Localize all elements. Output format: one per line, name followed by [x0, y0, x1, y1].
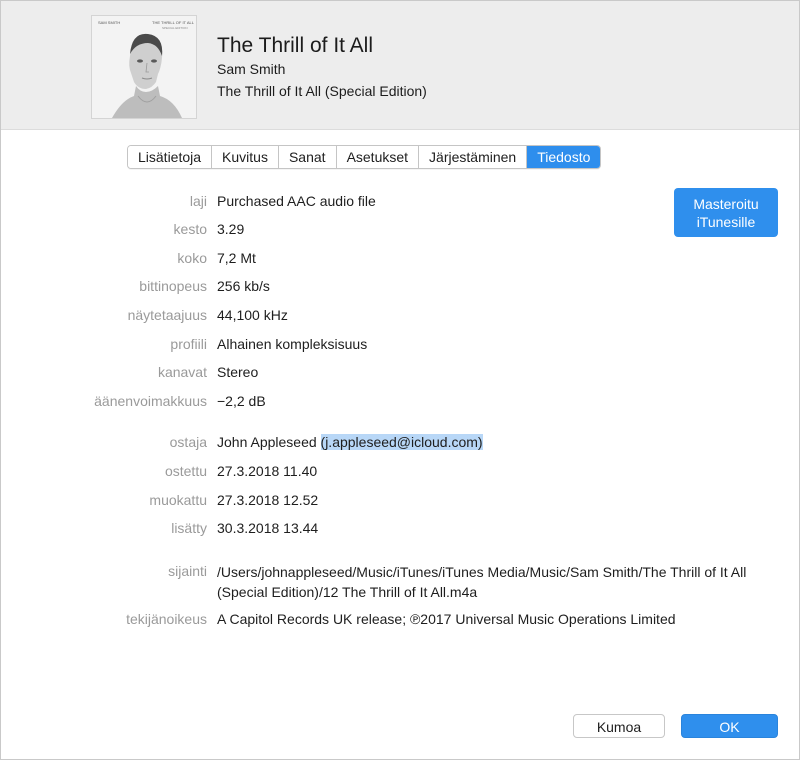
- volume-label: äänenvoimakkuus: [94, 393, 207, 409]
- copyright-value: A Capitol Records UK release; ℗2017 Univ…: [217, 611, 676, 627]
- bitrate-label: bittinopeus: [139, 278, 207, 294]
- sample-rate-value: 44,100 kHz: [217, 307, 288, 323]
- cancel-button[interactable]: Kumoa: [573, 714, 665, 738]
- tab-options[interactable]: Asetukset: [336, 146, 420, 168]
- tab-sorting[interactable]: Järjestäminen: [419, 146, 528, 168]
- row-kind: laji Purchased AAC audio file: [1, 193, 799, 213]
- sample-rate-label: näytetaajuus: [127, 307, 207, 323]
- row-volume: äänenvoimakkuus −2,2 dB: [1, 393, 799, 413]
- modified-value: 27.3.2018 12.52: [217, 492, 319, 508]
- row-copyright: tekijänoikeus A Capitol Records UK relea…: [1, 611, 799, 631]
- row-bitrate: bittinopeus 256 kb/s: [1, 278, 799, 298]
- row-location: sijainti /Users/johnappleseed/Music/iTun…: [1, 563, 799, 603]
- row-added: lisätty 30.3.2018 13.44: [1, 520, 799, 540]
- art-text-right: THE THRILL OF IT ALL: [152, 20, 195, 25]
- dialog-window: SAM SMITH THE THRILL OF IT ALL SPECIAL E…: [0, 0, 800, 760]
- row-modified: muokattu 27.3.2018 12.52: [1, 492, 799, 512]
- purchased-value: 27.3.2018 11.40: [217, 463, 318, 479]
- buyer-value[interactable]: John Appleseed (j.appleseed@icloud.com): [217, 434, 483, 450]
- modified-label: muokattu: [149, 492, 207, 508]
- added-value: 30.3.2018 13.44: [217, 520, 319, 536]
- buyer-label: ostaja: [169, 434, 207, 450]
- tab-bar: Lisätietoja Kuvitus Sanat Asetukset Järj…: [127, 145, 602, 169]
- bitrate-value: 256 kb/s: [217, 278, 270, 294]
- kind-label: laji: [189, 193, 207, 209]
- location-value[interactable]: /Users/johnappleseed/Music/iTunes/iTunes…: [217, 562, 777, 602]
- volume-value: −2,2 dB: [217, 393, 266, 409]
- header: SAM SMITH THE THRILL OF IT ALL SPECIAL E…: [1, 1, 799, 130]
- added-label: lisätty: [171, 520, 207, 536]
- tab-file[interactable]: Tiedosto: [527, 146, 601, 168]
- duration-label: kesto: [173, 221, 207, 237]
- row-purchased: ostettu 27.3.2018 11.40: [1, 463, 799, 483]
- buyer-email[interactable]: (j.appleseed@icloud.com): [320, 434, 483, 450]
- size-label: koko: [177, 250, 207, 266]
- tab-details[interactable]: Lisätietoja: [128, 146, 213, 168]
- ok-button[interactable]: OK: [681, 714, 778, 738]
- album-name: The Thrill of It All (Special Edition): [217, 83, 427, 99]
- row-size: koko 7,2 Mt: [1, 250, 799, 270]
- size-value: 7,2 Mt: [217, 250, 256, 266]
- art-text-right2: SPECIAL EDITION: [162, 26, 188, 30]
- art-text-left: SAM SMITH: [98, 20, 120, 25]
- album-artwork: SAM SMITH THE THRILL OF IT ALL SPECIAL E…: [91, 15, 197, 119]
- profile-value: Alhainen kompleksisuus: [217, 336, 368, 352]
- channels-value: Stereo: [217, 364, 259, 380]
- kind-value: Purchased AAC audio file: [217, 193, 376, 209]
- copyright-label: tekijänoikeus: [126, 611, 207, 627]
- row-duration: kesto 3.29: [1, 221, 799, 241]
- artist-name: Sam Smith: [217, 61, 286, 77]
- row-profile: profiili Alhainen kompleksisuus: [1, 336, 799, 356]
- profile-label: profiili: [170, 336, 207, 352]
- location-label: sijainti: [168, 563, 207, 579]
- buyer-name: John Appleseed: [217, 434, 317, 450]
- tab-lyrics[interactable]: Sanat: [278, 146, 337, 168]
- row-sample-rate: näytetaajuus 44,100 kHz: [1, 307, 799, 327]
- row-buyer: ostaja John Appleseed (j.appleseed@iclou…: [1, 434, 799, 454]
- song-title: The Thrill of It All: [217, 34, 374, 57]
- row-channels: kanavat Stereo: [1, 364, 799, 384]
- channels-label: kanavat: [157, 364, 207, 380]
- duration-value: 3.29: [217, 221, 245, 237]
- purchased-label: ostettu: [164, 463, 207, 479]
- tab-artwork[interactable]: Kuvitus: [212, 146, 279, 168]
